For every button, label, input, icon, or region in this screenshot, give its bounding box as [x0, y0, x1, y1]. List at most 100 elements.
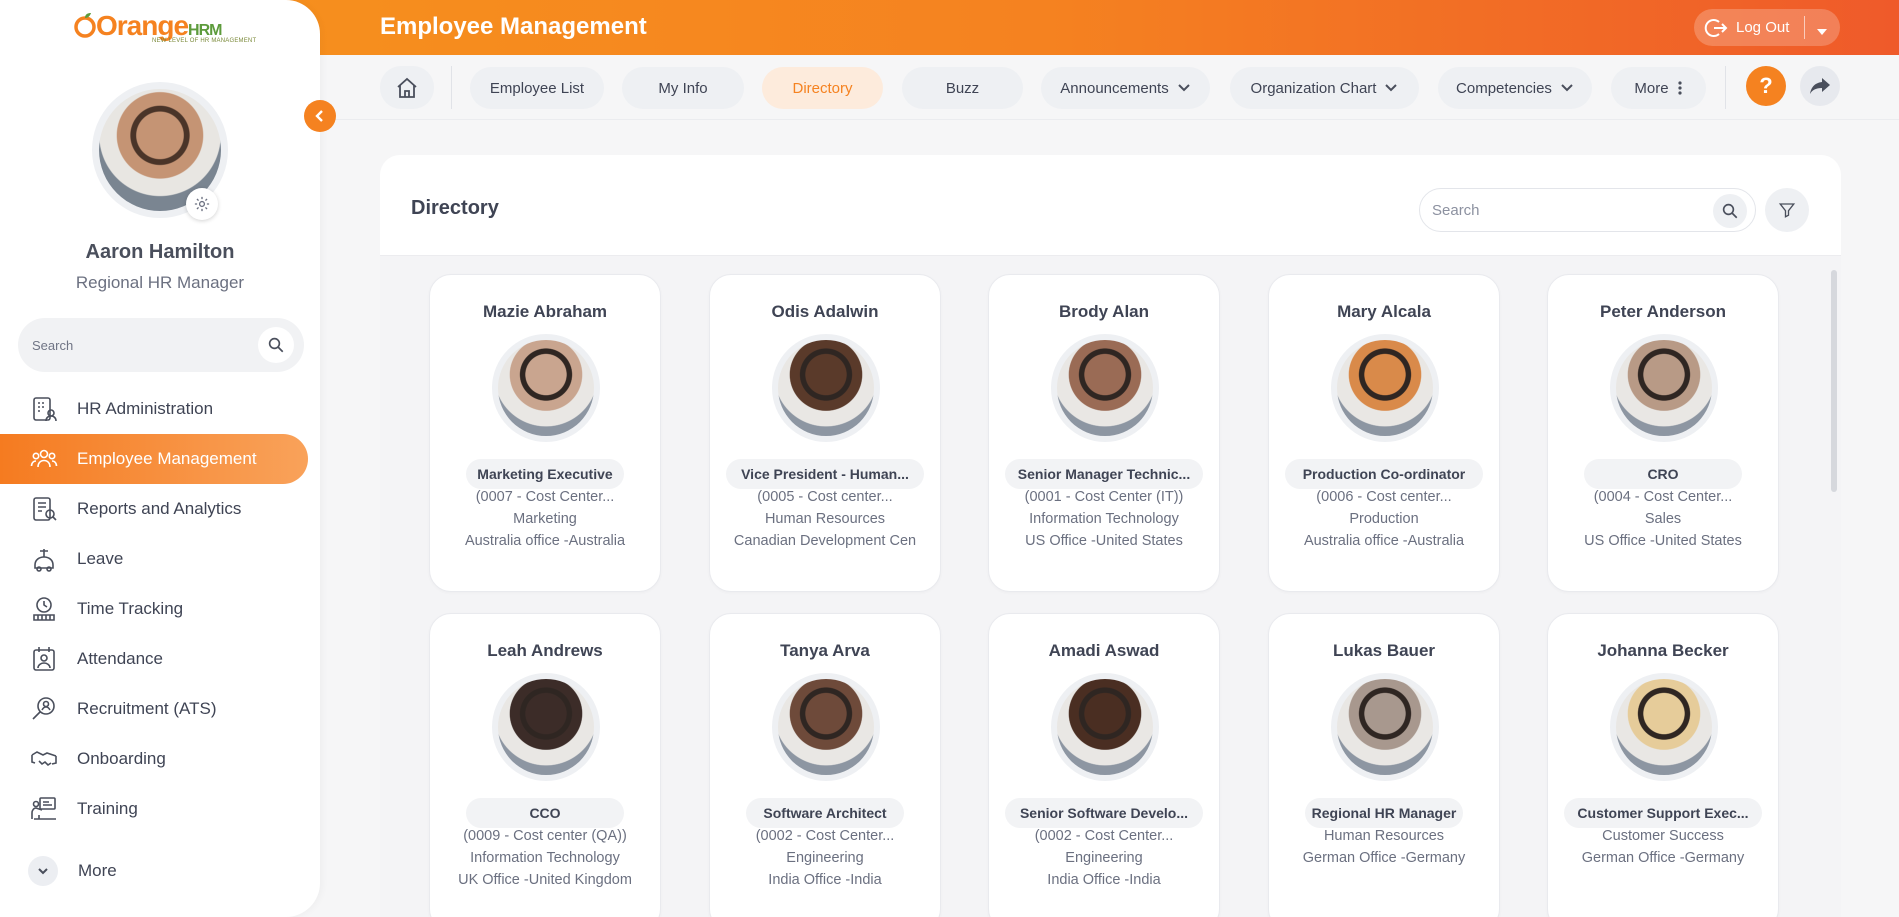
- employee-name[interactable]: Odis Adalwin: [710, 302, 940, 322]
- tab-my-info[interactable]: My Info: [622, 67, 744, 109]
- employee-card[interactable]: Mazie Abraham Marketing Executive (0007 - …: [429, 274, 661, 592]
- employee-card[interactable]: Johanna Becker Customer Support Exec... Cu…: [1547, 613, 1779, 917]
- sidebar-search-input[interactable]: [32, 337, 242, 353]
- employee-cost-center: (0004 - Cost Center...: [1593, 489, 1733, 505]
- logout-divider: [1804, 16, 1805, 39]
- tab-organization-chart[interactable]: Organization Chart: [1230, 67, 1419, 109]
- tab-directory[interactable]: Directory: [762, 67, 883, 109]
- employee-name[interactable]: Lukas Bauer: [1269, 641, 1499, 661]
- employee-photo[interactable]: [1331, 673, 1439, 781]
- employee-department: Production: [1349, 511, 1419, 527]
- employee-name[interactable]: Brody Alan: [989, 302, 1219, 322]
- home-button[interactable]: [380, 66, 434, 109]
- employee-name[interactable]: Mary Alcala: [1269, 302, 1499, 322]
- tab-divider: [1725, 66, 1726, 109]
- sidebar-item-time-tracking[interactable]: Time Tracking: [0, 584, 320, 634]
- employee-avatar-photo: [1057, 679, 1153, 775]
- sidebar-item-reports-and-analytics[interactable]: Reports and Analytics: [0, 484, 320, 534]
- employee-card[interactable]: Peter Anderson CRO (0004 - Cost Center... S…: [1547, 274, 1779, 592]
- leave-icon: [28, 543, 60, 575]
- caret-down-icon[interactable]: [1816, 23, 1828, 40]
- tab-employee-list[interactable]: Employee List: [470, 67, 604, 109]
- employee-card[interactable]: Tanya Arva Software Architect (0002 - Cost…: [709, 613, 941, 917]
- employee-cost-center: (0001 - Cost Center (IT)): [1024, 489, 1184, 505]
- employee-location: German Office -Germany: [1581, 850, 1745, 866]
- sidebar-more-button[interactable]: More: [28, 856, 117, 886]
- employee-cost-center: (0002 - Cost Center...: [1034, 828, 1174, 844]
- employee-name[interactable]: Peter Anderson: [1548, 302, 1778, 322]
- employee-photo[interactable]: [1051, 673, 1159, 781]
- user-role: Regional HR Manager: [75, 273, 245, 292]
- employee-department: Information Technology: [470, 850, 620, 866]
- tab-announcements[interactable]: Announcements: [1041, 67, 1210, 109]
- employee-cost-center: (0005 - Cost center...: [757, 489, 893, 505]
- employee-photo[interactable]: [1610, 334, 1718, 442]
- employee-name[interactable]: Mazie Abraham: [430, 302, 660, 322]
- employee-name[interactable]: Tanya Arva: [710, 641, 940, 661]
- sidebar-item-hr-administration[interactable]: HR Administration: [0, 384, 320, 434]
- employee-card[interactable]: Amadi Aswad Senior Software Develo... (000…: [988, 613, 1220, 917]
- sidebar-item-employee-management[interactable]: Employee Management: [0, 434, 308, 484]
- employee-location: India Office -India: [768, 872, 882, 888]
- filter-button[interactable]: [1765, 188, 1809, 232]
- chevron-down-icon: [28, 856, 58, 886]
- sidebar-item-leave[interactable]: Leave: [0, 534, 320, 584]
- employee-photo[interactable]: [772, 673, 880, 781]
- chevron-down-icon: [1177, 84, 1190, 92]
- employee-department: Human Resources: [1323, 828, 1445, 844]
- employee-photo[interactable]: [1610, 673, 1718, 781]
- employee-photo[interactable]: [492, 334, 600, 442]
- employee-department: Sales: [1644, 511, 1682, 527]
- employee-avatar-photo: [1337, 340, 1433, 436]
- tab-competencies[interactable]: Competencies: [1438, 67, 1592, 109]
- sidebar-item-attendance[interactable]: Attendance: [0, 634, 320, 684]
- hr-admin-icon: [28, 393, 60, 425]
- sidebar-item-recruitment-ats[interactable]: Recruitment (ATS): [0, 684, 320, 734]
- employee-card[interactable]: Odis Adalwin Vice President - Human... (00…: [709, 274, 941, 592]
- employee-location: US Office -United States: [1025, 533, 1183, 549]
- directory-search-icon[interactable]: [1713, 194, 1747, 228]
- sidebar-item-training[interactable]: Training: [0, 784, 320, 834]
- home-icon: [397, 77, 417, 98]
- people-icon: [28, 443, 60, 475]
- employee-avatar-photo: [1616, 679, 1712, 775]
- share-button[interactable]: [1800, 66, 1840, 106]
- employee-name[interactable]: Johanna Becker: [1548, 641, 1778, 661]
- employee-job-title: CCO: [466, 798, 624, 828]
- employee-card[interactable]: Mary Alcala Production Co-ordinator (0006 …: [1268, 274, 1500, 592]
- page-title: Employee Management: [380, 13, 647, 40]
- employee-department: Engineering: [786, 850, 864, 866]
- employee-avatar-photo: [778, 679, 874, 775]
- report-icon: [28, 493, 60, 525]
- employee-card[interactable]: Lukas Bauer Regional HR Manager Human Reso…: [1268, 613, 1500, 917]
- employee-job-title: Software Architect: [746, 798, 904, 828]
- scrollbar-thumb[interactable]: [1831, 270, 1837, 492]
- employee-card[interactable]: Leah Andrews CCO (0009 - Cost center (QA))…: [429, 613, 661, 917]
- attendance-icon: [28, 643, 60, 675]
- employee-photo[interactable]: [492, 673, 600, 781]
- employee-cost-center: (0009 - Cost center (QA)): [463, 828, 627, 844]
- tab-more[interactable]: More: [1611, 67, 1706, 109]
- tab-buzz[interactable]: Buzz: [902, 67, 1023, 109]
- employee-photo[interactable]: [1331, 334, 1439, 442]
- sidebar-nav: HR Administration Employee Management Re…: [0, 384, 320, 834]
- employee-name[interactable]: Amadi Aswad: [989, 641, 1219, 661]
- employee-photo[interactable]: [1051, 334, 1159, 442]
- help-button[interactable]: ?: [1746, 66, 1786, 106]
- employee-job-title: Vice President - Human...: [726, 459, 924, 489]
- directory-search-input[interactable]: [1432, 201, 1692, 219]
- employee-avatar-photo: [1616, 340, 1712, 436]
- sidebar-collapse-button[interactable]: [304, 100, 336, 132]
- employee-job-title: Regional HR Manager: [1305, 798, 1463, 828]
- employee-avatar-photo: [778, 340, 874, 436]
- logo-tagline: NEW LEVEL OF HR MANAGEMENT: [152, 38, 257, 44]
- employee-name[interactable]: Leah Andrews: [430, 641, 660, 661]
- sidebar-search-icon[interactable]: [258, 327, 294, 363]
- employee-card[interactable]: Brody Alan Senior Manager Technic... (0001…: [988, 274, 1220, 592]
- filter-icon: [1778, 203, 1796, 218]
- employee-photo[interactable]: [772, 334, 880, 442]
- help-icon: ?: [1759, 73, 1773, 98]
- sidebar-item-onboarding[interactable]: Onboarding: [0, 734, 320, 784]
- logout-button[interactable]: Log Out: [1694, 9, 1840, 46]
- profile-settings-gear-icon[interactable]: [186, 188, 218, 220]
